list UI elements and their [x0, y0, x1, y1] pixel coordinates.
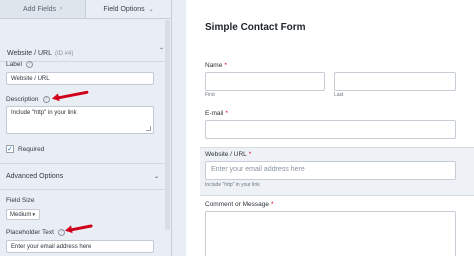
help-icon[interactable]: ? [25, 61, 33, 68]
website-field-label: Website / URL * [205, 151, 251, 158]
advanced-options-title: Advanced Options [6, 173, 64, 180]
required-row: ✓ Required [6, 145, 44, 153]
help-icon[interactable]: ? [42, 96, 50, 103]
website-description: Include "http" in your link [205, 182, 260, 188]
form-title: Simple Contact Form [205, 22, 306, 33]
required-marker: * [270, 201, 274, 208]
form-preview: Simple Contact Form Name * First Last E-m… [186, 0, 474, 256]
label-input[interactable]: Website / URL [6, 72, 154, 85]
section-divider [0, 163, 165, 164]
website-label-text: Website / URL [205, 151, 247, 158]
field-size-value: Medium [10, 211, 32, 218]
field-size-select[interactable]: Medium ▼ [6, 209, 40, 220]
field-section-header[interactable]: Website / URL (ID #4) ⌃ [0, 40, 171, 62]
chevron-right-icon: › [60, 6, 63, 12]
field-size-label: Field Size [6, 197, 35, 204]
label-input-value: Website / URL [11, 75, 50, 82]
first-name-input[interactable] [205, 72, 325, 91]
label-field-label-text: Label [6, 61, 22, 68]
annotation-arrow [67, 224, 93, 232]
website-input[interactable]: Enter your email address here [205, 161, 456, 180]
label-field-label: Label ? [6, 61, 33, 68]
name-label-text: Name [205, 62, 223, 69]
name-field-label: Name * [205, 62, 227, 69]
last-sublabel: Last [334, 92, 344, 98]
required-marker: * [224, 62, 227, 69]
tab-add-fields[interactable]: Add Fields › [0, 0, 85, 18]
advanced-options-header[interactable]: Advanced Options ⌄ [6, 173, 159, 180]
panel-gutter [172, 0, 186, 256]
tab-field-options[interactable]: Field Options ⌄ [85, 0, 171, 18]
last-name-input[interactable] [334, 72, 456, 91]
required-checkbox[interactable]: ✓ [6, 145, 14, 153]
description-field-label: Description ? [6, 96, 50, 103]
email-label-text: E-mail [205, 110, 224, 117]
dropdown-arrow-icon: ▼ [31, 212, 36, 217]
email-input[interactable] [205, 120, 456, 139]
placeholder-field-label: Placeholder Text ? [6, 229, 65, 236]
email-field-label: E-mail * [205, 110, 228, 117]
required-marker: * [248, 151, 252, 158]
comment-field-label: Comment or Message * [205, 201, 273, 208]
panel-tabs: Add Fields › Field Options ⌄ [0, 0, 171, 19]
required-marker: * [225, 110, 228, 117]
website-placeholder: Enter your email address here [211, 166, 305, 173]
field-id-label: (ID #4) [55, 50, 74, 57]
required-label: Required [18, 145, 45, 153]
field-options-panel: Add Fields › Field Options ⌄ Website / U… [0, 0, 172, 256]
placeholder-input-value: Enter your email address here [11, 243, 92, 250]
collapse-caret-icon[interactable]: ⌃ [159, 47, 164, 54]
section-divider [0, 189, 165, 190]
description-textarea[interactable]: Include "http" in your link [6, 106, 154, 134]
placeholder-input[interactable]: Enter your email address here [6, 240, 154, 253]
comment-label-text: Comment or Message [205, 201, 269, 208]
chevron-down-icon: ⌄ [153, 174, 159, 180]
field-section-title: Website / URL [7, 49, 52, 57]
comment-textarea[interactable] [205, 211, 456, 256]
first-sublabel: First [205, 92, 215, 98]
description-textarea-value: Include "http" in your link [11, 110, 77, 116]
resize-handle-icon[interactable] [146, 126, 151, 131]
panel-scrollbar[interactable] [165, 20, 170, 230]
tab-add-fields-label: Add Fields [22, 5, 57, 13]
annotation-arrow [54, 90, 89, 100]
chevron-down-icon: ⌄ [148, 6, 154, 13]
tab-field-options-label: Field Options [103, 5, 145, 13]
placeholder-field-label-text: Placeholder Text [6, 229, 54, 236]
field-size-label-text: Field Size [6, 197, 35, 204]
description-field-label-text: Description [6, 96, 39, 103]
